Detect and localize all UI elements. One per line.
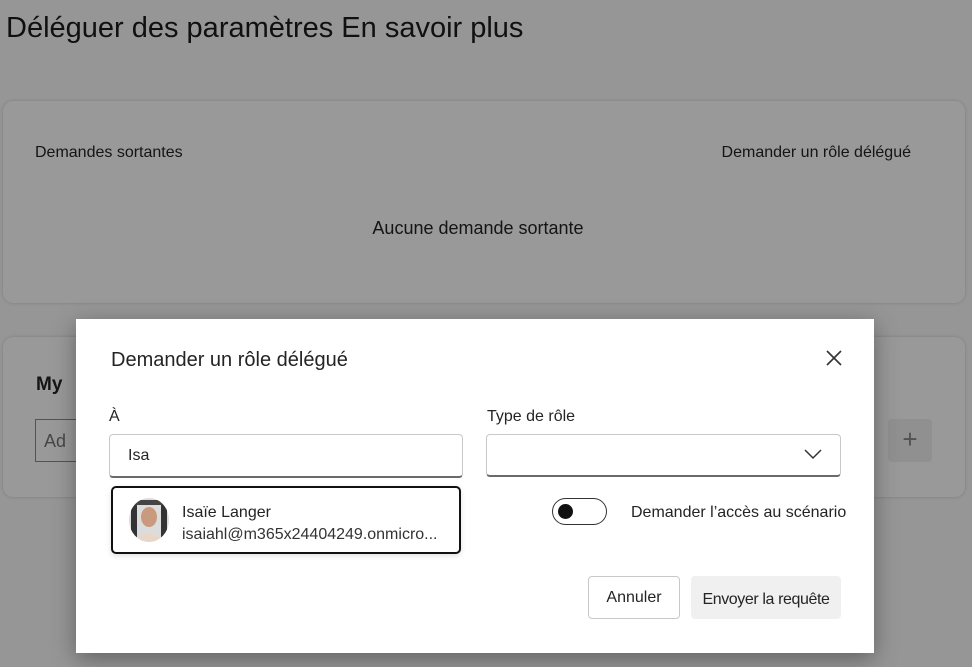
cancel-button[interactable]: Annuler xyxy=(588,576,680,619)
suggestion-name: Isaïe Langer xyxy=(182,504,271,521)
to-input[interactable]: Isa xyxy=(109,434,463,478)
people-suggestion-item[interactable]: Isaïe Langer isaiahl@m365x24404249.onmic… xyxy=(111,486,461,554)
scenario-access-label: Demander l’accès au scénario xyxy=(631,504,847,521)
role-type-label: Type de rôle xyxy=(487,408,576,425)
user-avatar xyxy=(129,498,169,542)
send-request-button[interactable]: Envoyer la requête xyxy=(691,576,841,619)
suggestion-email: isaiahl@m365x24404249.onmicro... xyxy=(182,526,438,543)
scenario-access-toggle[interactable] xyxy=(552,498,607,525)
role-type-dropdown[interactable] xyxy=(486,434,841,477)
toggle-knob xyxy=(558,504,573,519)
close-icon xyxy=(826,350,842,366)
request-role-dialog: Demander un rôle délégué À Isa Type de r… xyxy=(76,319,874,653)
dialog-title: Demander un rôle délégué xyxy=(111,349,348,371)
chevron-down-icon xyxy=(804,449,822,460)
close-button[interactable] xyxy=(825,349,843,367)
to-label: À xyxy=(109,408,120,425)
